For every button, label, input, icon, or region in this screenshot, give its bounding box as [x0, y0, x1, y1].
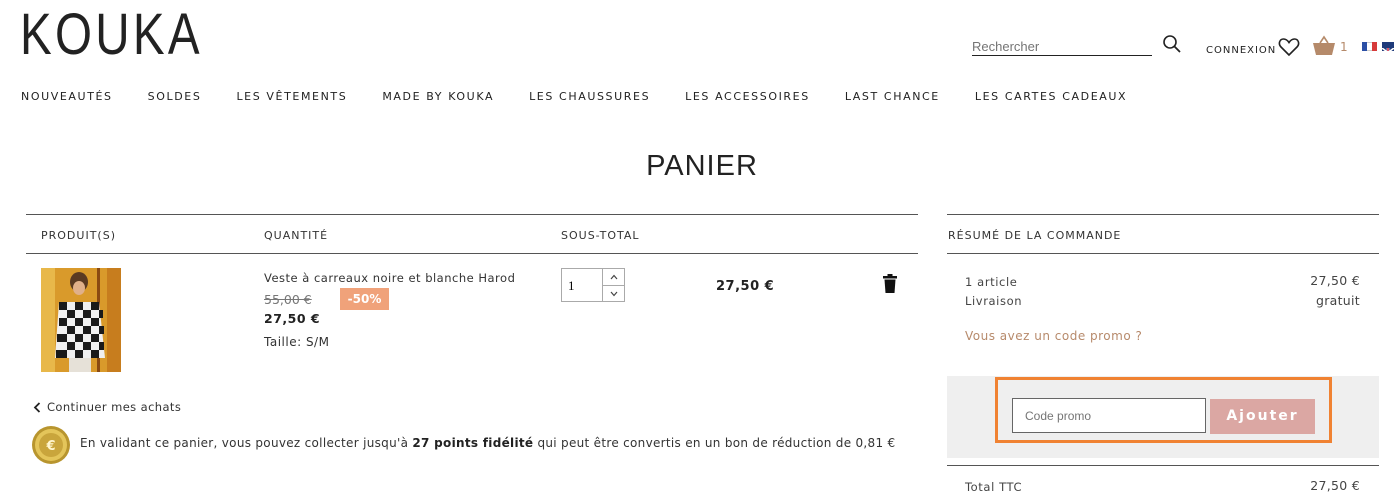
summary-header-divider: [947, 253, 1379, 254]
column-header-subtotal: SOUS-TOTAL: [561, 229, 640, 242]
summary-delivery-value: gratuit: [1315, 293, 1360, 308]
nav-item-last-chance[interactable]: LAST CHANCE: [845, 90, 940, 103]
chevron-left-icon: [33, 401, 41, 413]
trash-icon[interactable]: [882, 274, 898, 294]
summary-top-divider: [947, 214, 1379, 215]
logo-text: KOUKA: [20, 2, 203, 67]
product-size: Taille: S/M: [264, 335, 330, 349]
loyalty-prefix: En validant ce panier, vous pouvez colle…: [80, 436, 413, 450]
highlight-frame: [995, 377, 1332, 443]
french-flag-icon[interactable]: [1362, 42, 1377, 51]
product-thumbnail[interactable]: [41, 268, 121, 372]
nav-item-cartes-cadeaux[interactable]: LES CARTES CADEAUX: [975, 90, 1127, 103]
continue-shopping-label: Continuer mes achats: [47, 400, 182, 414]
loyalty-suffix: qui peut être convertis en un bon de réd…: [533, 436, 896, 450]
summary-delivery-label: Livraison: [965, 294, 1023, 308]
search-field[interactable]: [972, 36, 1152, 56]
quantity-decrease-icon[interactable]: [603, 285, 624, 301]
table-header-divider: [26, 253, 918, 254]
summary-title: RÉSUMÉ DE LA COMMANDE: [948, 229, 1122, 242]
search-input[interactable]: [972, 39, 1152, 54]
quantity-input[interactable]: [568, 278, 602, 294]
discount-badge: -50%: [340, 288, 389, 310]
main-nav: NOUVEAUTÉS SOLDES LES VÊTEMENTS MADE BY …: [21, 90, 1162, 103]
nav-item-chaussures[interactable]: LES CHAUSSURES: [529, 90, 650, 103]
loyalty-message: En validant ce panier, vous pouvez colle…: [80, 436, 895, 450]
product-old-price: 55,00 €: [264, 292, 312, 307]
basket-icon[interactable]: [1312, 35, 1336, 57]
nav-item-made-by-kouka[interactable]: MADE BY KOUKA: [382, 90, 494, 103]
loyalty-coin-icon: €: [31, 425, 71, 465]
basket-count: 1: [1340, 40, 1348, 54]
summary-articles-label: 1 article: [965, 275, 1018, 289]
line-subtotal: 27,50 €: [716, 279, 775, 294]
promo-code-link[interactable]: Vous avez un code promo ?: [965, 329, 1142, 343]
quantity-increase-icon[interactable]: [603, 269, 624, 285]
column-header-quantity: QUANTITÉ: [264, 229, 329, 242]
product-price: 27,50 €: [264, 311, 321, 326]
login-link[interactable]: CONNEXION: [1206, 45, 1276, 56]
table-top-divider: [26, 214, 918, 215]
nav-item-vetements[interactable]: LES VÊTEMENTS: [236, 90, 347, 103]
search-icon[interactable]: [1162, 34, 1182, 54]
svg-text:€: €: [45, 439, 55, 454]
site-logo[interactable]: KOUKA: [20, 4, 203, 66]
quantity-stepper: [561, 268, 625, 302]
summary-total-divider: [947, 465, 1379, 466]
english-flag-icon[interactable]: [1382, 42, 1394, 51]
wishlist-heart-icon[interactable]: [1278, 37, 1300, 57]
continue-shopping-link[interactable]: Continuer mes achats: [33, 400, 181, 414]
summary-total-label: Total TTC: [965, 480, 1023, 494]
product-name[interactable]: Veste à carreaux noire et blanche Harod: [264, 271, 515, 285]
nav-item-nouveautes[interactable]: NOUVEAUTÉS: [21, 90, 113, 103]
summary-total-value: 27,50 €: [1310, 478, 1360, 493]
nav-item-accessoires[interactable]: LES ACCESSOIRES: [685, 90, 810, 103]
loyalty-points: 27 points fidélité: [412, 436, 534, 450]
page-title: PANIER: [646, 150, 758, 182]
column-header-product: PRODUIT(S): [41, 229, 116, 242]
nav-item-soldes[interactable]: SOLDES: [148, 90, 202, 103]
summary-articles-value: 27,50 €: [1310, 273, 1360, 288]
